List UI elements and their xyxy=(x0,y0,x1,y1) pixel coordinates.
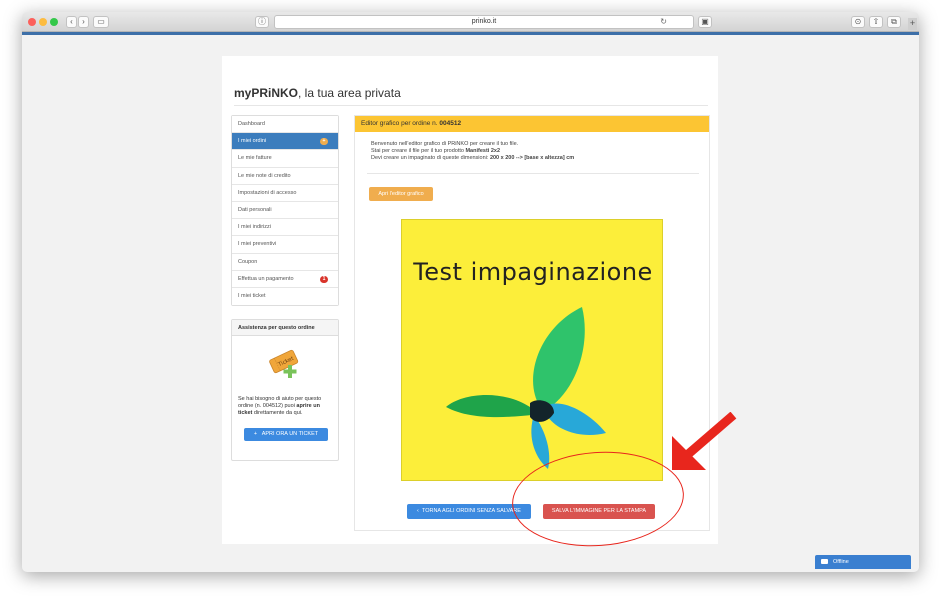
toolbar-divider xyxy=(22,32,919,35)
chat-widget[interactable]: Offline xyxy=(815,555,911,569)
url-text: prinko.it xyxy=(471,18,497,25)
editor-panel-heading: Editor grafico per ordine n. 004512 xyxy=(355,116,709,132)
sidebar-item-addresses[interactable]: I miei indirizzi xyxy=(232,219,338,237)
order-number: 004512 xyxy=(439,120,462,127)
intro-line-3: Devi creare un impaginato di queste dime… xyxy=(371,155,575,161)
open-editor-button[interactable]: Apri l'editor grafico xyxy=(369,187,433,201)
product-name: Manifesti 2x2 xyxy=(465,148,501,154)
sidebar-item-tickets[interactable]: I miei ticket xyxy=(232,287,338,306)
chat-status: Offline xyxy=(833,559,849,565)
sidebar-item-label: Impostazioni di accesso xyxy=(238,189,297,196)
support-text: Se hai bisogno di aiuto per questo ordin… xyxy=(238,396,322,416)
reload-icon[interactable]: ↻ xyxy=(660,16,667,28)
browser-toolbar: ‹ › ▭ ⓘ prinko.it ↻ ▣ ⊙ ⇧ ⧉ + xyxy=(22,12,919,32)
address-bar[interactable]: prinko.it ↻ xyxy=(274,15,694,29)
sidebar-item-label: I miei ordini xyxy=(238,138,267,145)
page-title: myPRiNKO, la tua area privata xyxy=(234,86,401,100)
info-icon[interactable]: ⓘ xyxy=(255,16,269,28)
back-icon: ‹ xyxy=(417,508,419,514)
sidebar-toggle-button[interactable]: ▭ xyxy=(93,16,109,28)
sidebar-item-label: I miei ticket xyxy=(238,292,266,299)
sidebar-item-label: Dati personali xyxy=(238,206,272,213)
page-title-suffix: , la tua area privata xyxy=(298,86,401,100)
tabs-icon[interactable]: ⧉ xyxy=(887,16,901,28)
sidebar-item-label: Le mie fatture xyxy=(238,155,272,162)
close-window-button[interactable] xyxy=(28,18,36,26)
extension-icon[interactable]: ▣ xyxy=(698,16,712,28)
annotation-arrow-icon xyxy=(672,412,737,470)
butterfly-logo xyxy=(446,307,606,469)
intro-divider xyxy=(367,173,699,174)
sidebar-item-credit-notes[interactable]: Le mie note di credito xyxy=(232,167,338,185)
title-divider xyxy=(234,105,708,106)
open-ticket-button[interactable]: + APRI ORA UN TICKET xyxy=(244,428,328,441)
design-preview: Test impaginazione xyxy=(401,219,663,481)
sidebar-item-invoices[interactable]: Le mie fatture xyxy=(232,150,338,168)
payment-badge: 1 xyxy=(320,275,328,283)
editor-intro: Benvenuto nell'editor grafico di PRiNKO … xyxy=(371,141,574,162)
sidebar-item-access-settings[interactable]: Impostazioni di accesso xyxy=(232,184,338,202)
sidebar-item-label: Coupon xyxy=(238,258,258,265)
orders-badge: + xyxy=(320,138,328,146)
intro-line-1: Benvenuto nell'editor grafico di PRiNKO … xyxy=(371,141,519,147)
brand-name: myPRiNKO xyxy=(234,86,299,100)
sidebar-item-coupon[interactable]: Coupon xyxy=(232,253,338,271)
back-to-orders-label: TORNA AGLI ORDINI SENZA SALVARE xyxy=(421,508,521,514)
minimize-window-button[interactable] xyxy=(39,18,47,26)
sidebar-item-quotes[interactable]: I miei preventivi xyxy=(232,236,338,254)
zoom-window-button[interactable] xyxy=(50,18,58,26)
browser-window: ‹ › ▭ ⓘ prinko.it ↻ ▣ ⊙ ⇧ ⧉ + myPRiNKO, … xyxy=(22,12,919,572)
support-heading: Assistenza per questo ordine xyxy=(232,320,338,336)
sidebar-item-orders[interactable]: I miei ordini + xyxy=(232,133,338,151)
open-ticket-label: APRI ORA UN TICKET xyxy=(261,431,319,437)
sidebar-item-label: Effettua un pagamento xyxy=(238,275,294,282)
order-support-box: Assistenza per questo ordine Ticket Se h… xyxy=(231,319,339,461)
share-icon[interactable]: ⇧ xyxy=(869,16,883,28)
forward-nav-button[interactable]: › xyxy=(78,16,89,28)
design-preview-text: Test impaginazione xyxy=(413,258,653,286)
back-nav-button[interactable]: ‹ xyxy=(66,16,77,28)
sidebar-item-dashboard[interactable]: Dashboard xyxy=(232,116,338,134)
sidebar-item-label: Dashboard xyxy=(238,121,265,127)
plus-icon: + xyxy=(253,431,258,437)
sidebar-item-payment[interactable]: Effettua un pagamento 1 xyxy=(232,270,338,288)
mail-icon xyxy=(821,559,828,564)
intro-line-2: Stai per creare il file per il tuo prodo… xyxy=(371,148,501,154)
sidebar-item-label: I miei indirizzi xyxy=(238,224,272,231)
dimensions: 200 x 200 --> [base x altezza] cm xyxy=(489,155,575,161)
sidebar-item-label: Le mie note di credito xyxy=(238,172,291,179)
new-tab-button[interactable]: + xyxy=(908,18,917,30)
ticket-icon: Ticket xyxy=(269,349,299,378)
sidebar-menu: Dashboard I miei ordini + Le mie fatture … xyxy=(231,115,339,307)
sidebar-item-label: I miei preventivi xyxy=(238,241,277,248)
download-icon[interactable]: ⊙ xyxy=(851,16,865,28)
sidebar-item-personal-data[interactable]: Dati personali xyxy=(232,201,338,220)
